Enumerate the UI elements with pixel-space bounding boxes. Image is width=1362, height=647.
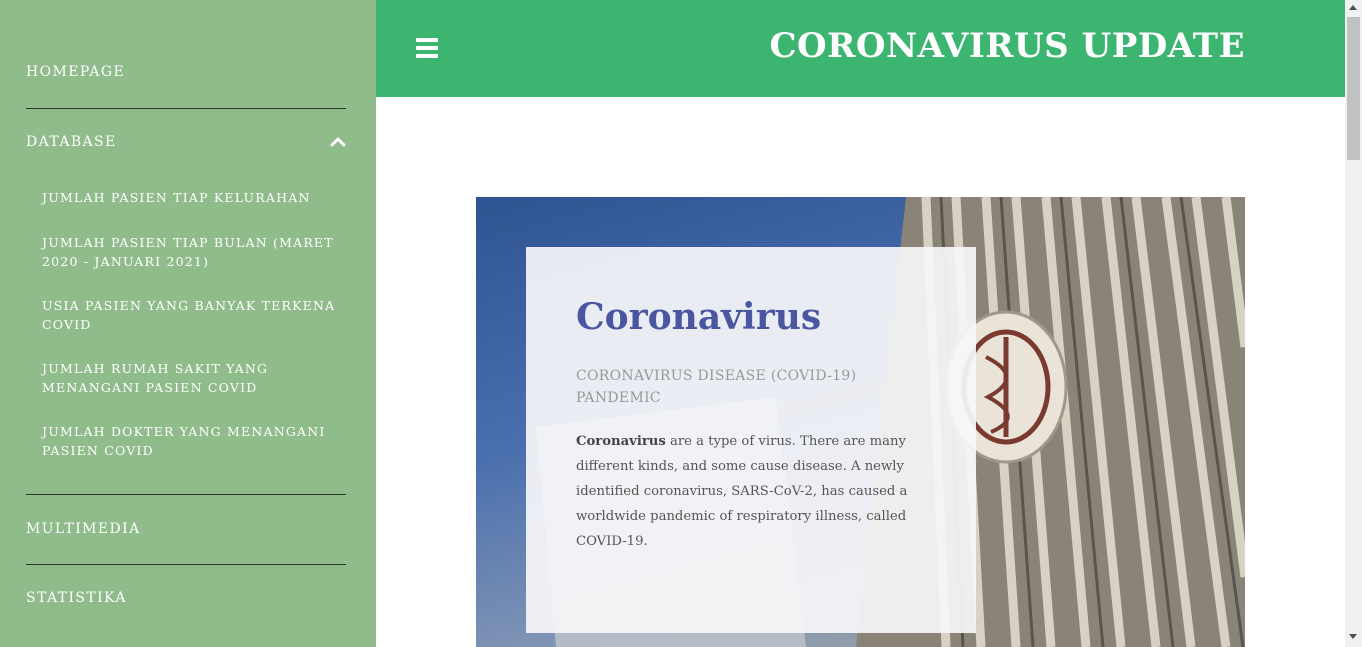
- hero-banner: Coronavirus CORONAVIRUS DISEASE (COVID-1…: [476, 197, 1245, 647]
- divider: [26, 494, 346, 495]
- hero-description: Coronavirus are a type of virus. There a…: [576, 429, 926, 554]
- sidebar-item-multimedia[interactable]: MULTIMEDIA: [26, 521, 346, 537]
- divider: [26, 564, 346, 565]
- hamburger-menu-icon[interactable]: [416, 38, 438, 58]
- sidebar-item-homepage[interactable]: HOMEPAGE: [26, 64, 346, 80]
- sidebar-item-database[interactable]: DATABASE: [26, 134, 346, 150]
- divider: [26, 108, 346, 109]
- hero-description-bold: Coronavirus: [576, 434, 666, 449]
- sidebar-subitem-dokter[interactable]: JUMLAH DOKTER YANG MENANGANI PASIEN COVI…: [42, 422, 342, 460]
- sidebar: HOMEPAGE DATABASE JUMLAH PASIEN TIAP KEL…: [0, 0, 376, 647]
- hero-description-text: are a type of virus. There are many diff…: [576, 434, 908, 549]
- sidebar-item-statistika[interactable]: STATISTIKA: [26, 590, 346, 606]
- scroll-up-arrow-icon[interactable]: [1349, 5, 1357, 10]
- hero-subtitle: CORONAVIRUS DISEASE (COVID-19) PANDEMIC: [576, 368, 857, 406]
- chevron-up-icon[interactable]: [330, 134, 346, 150]
- sidebar-subitem-usia[interactable]: USIA PASIEN YANG BANYAK TERKENA COVID: [42, 296, 342, 334]
- sidebar-subitem-kelurahan[interactable]: JUMLAH PASIEN TIAP KELURAHAN: [42, 188, 342, 207]
- intro-card: Coronavirus CORONAVIRUS DISEASE (COVID-1…: [526, 247, 976, 633]
- page-title: CORONAVIRUS UPDATE: [769, 26, 1245, 66]
- sidebar-subitem-rumah-sakit[interactable]: JUMLAH RUMAH SAKIT YANG MENANGANI PASIEN…: [42, 359, 342, 397]
- scroll-thumb[interactable]: [1347, 17, 1360, 160]
- scrollbar[interactable]: [1345, 0, 1362, 647]
- scroll-down-arrow-icon[interactable]: [1349, 634, 1357, 639]
- sidebar-item-label: DATABASE: [26, 134, 117, 150]
- top-header: CORONAVIRUS UPDATE: [376, 0, 1345, 97]
- hero-title: Coronavirus: [576, 296, 822, 338]
- sidebar-subitem-bulan[interactable]: JUMLAH PASIEN TIAP BULAN (MARET 2020 - J…: [42, 233, 342, 271]
